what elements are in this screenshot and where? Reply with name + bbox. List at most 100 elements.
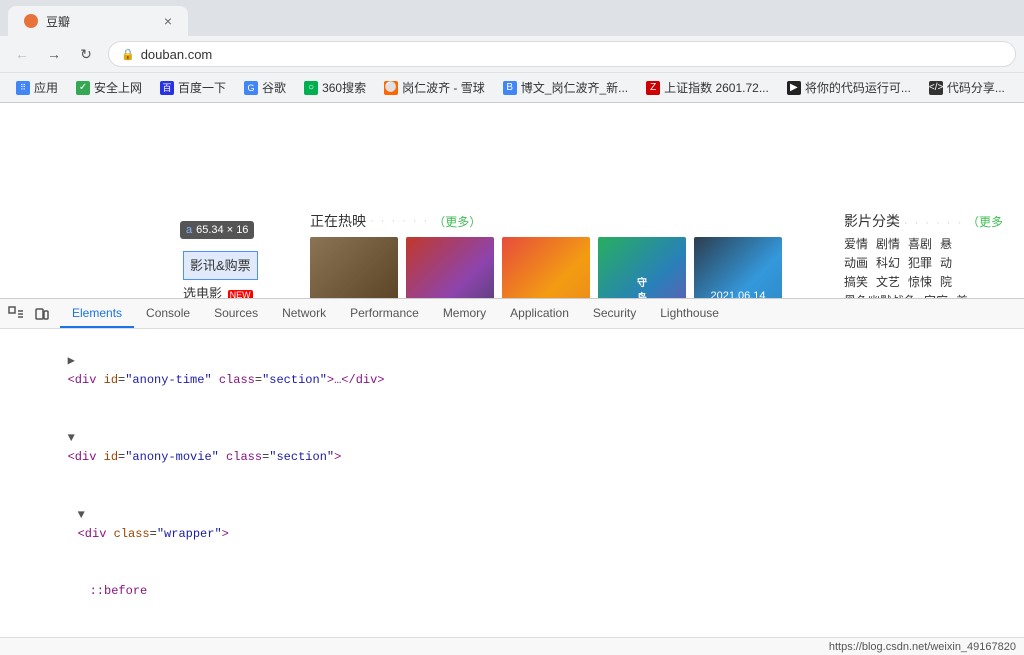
nav-buttons: ← → ↻ [8, 40, 100, 68]
film-cats-dots: · · · · · · [904, 217, 963, 229]
tab-memory-label: Memory [443, 306, 486, 320]
apps-icon: ⠿ [16, 81, 30, 95]
bookmark-anquan[interactable]: ✓ 安全上网 [68, 77, 150, 98]
address-text: douban.com [141, 47, 213, 62]
guge-icon: G [244, 81, 258, 95]
forward-button[interactable]: → [40, 40, 68, 68]
daima-icon: </> [929, 81, 943, 95]
rang-icon: ▶ [787, 81, 801, 95]
bookmark-daima[interactable]: </> 代码分享... [921, 77, 1013, 98]
element-tooltip: a 65.34 × 16 [180, 221, 254, 239]
cat-jingsong[interactable]: 惊悚 [908, 273, 932, 290]
inspect-element-button[interactable] [4, 302, 28, 326]
bookmark-daima-label: 代码分享... [947, 79, 1005, 96]
bookmark-360-label: 360搜索 [322, 79, 366, 96]
tab-console-label: Console [146, 306, 190, 320]
tooltip-tag: a [186, 224, 192, 236]
expand-arrow-1[interactable]: ▶ [68, 354, 75, 368]
back-button[interactable]: ← [8, 40, 36, 68]
cats-row-2: 动画 科幻 犯罪 动 [844, 254, 1014, 271]
bookmark-360[interactable]: ○ 360搜索 [296, 77, 374, 98]
film-cats-title: 影片分类 · · · · · · （更多 [844, 211, 1014, 231]
refresh-button[interactable]: ↻ [72, 40, 100, 68]
html-line-3[interactable]: ▼ <div class="wrapper"> [8, 487, 1016, 564]
devtools-tabs: Elements Console Sources Network Perform… [56, 299, 731, 328]
pseudo-before: ::before [90, 584, 148, 598]
movie-label-4: 守岛人 [598, 237, 686, 303]
tab-console[interactable]: Console [134, 299, 202, 328]
tab-sources[interactable]: Sources [202, 299, 270, 328]
devtools-toolbar: Elements Console Sources Network Perform… [0, 299, 1024, 329]
status-bar: https://blog.csdn.net/weixin_49167820 [0, 637, 1024, 655]
tab-security[interactable]: Security [581, 299, 648, 328]
movie-card-2[interactable]: 6月12日 6月14日 [406, 237, 496, 303]
html-line-2[interactable]: ▼ <div id="anony-movie" class="section"> [8, 410, 1016, 487]
cat-wenyi[interactable]: 文艺 [876, 273, 900, 290]
movie-card-5[interactable]: 2021.06.14 [694, 237, 784, 303]
movie-label-5: 2021.06.14 [694, 237, 782, 303]
bookmark-anquan-label: 安全上网 [94, 79, 142, 96]
expand-arrow-3[interactable]: ▼ [78, 508, 85, 522]
tab-lighthouse-label: Lighthouse [660, 306, 719, 320]
browser-chrome: 豆瓣 × ← → ↻ 🔒 douban.com ⠿ 应用 ✓ 安全上网 百 百度… [0, 0, 1024, 103]
movie-poster-3 [502, 237, 590, 303]
tab-favicon [24, 14, 38, 28]
douban-nav: 影讯&购票 选电影 NEW 电视剧 排行榜 分类 [183, 251, 258, 303]
page-content: a 65.34 × 16 影讯&购票 选电影 NEW 电视剧 排行榜 分类 正在… [0, 103, 1024, 303]
browser-tab[interactable]: 豆瓣 × [8, 6, 188, 36]
cat-aiqing[interactable]: 爱情 [844, 235, 868, 252]
bookmark-zhishu-label: 上证指数 2601.72... [664, 79, 769, 96]
cat-gaoxiao[interactable]: 搞笑 [844, 273, 868, 290]
tab-memory[interactable]: Memory [431, 299, 498, 328]
tab-lighthouse[interactable]: Lighthouse [648, 299, 731, 328]
cat-donghua[interactable]: 动画 [844, 254, 868, 271]
html-line-1[interactable]: ▶ <div id="anony-time" class="section">…… [8, 333, 1016, 410]
movie-card-4[interactable]: 守岛人 [598, 237, 688, 303]
tab-close-button[interactable]: × [164, 14, 172, 28]
cat-yuan[interactable]: 院 [940, 273, 952, 290]
cat-juqing[interactable]: 剧情 [876, 235, 900, 252]
tab-application[interactable]: Application [498, 299, 581, 328]
nav-link-yingxun[interactable]: 影讯&购票 [183, 251, 258, 280]
expand-arrow-2[interactable]: ▼ [68, 431, 75, 445]
film-cats-label: 影片分类 [844, 213, 900, 229]
tab-network[interactable]: Network [270, 299, 338, 328]
address-input[interactable]: 🔒 douban.com [108, 41, 1016, 67]
tab-title: 豆瓣 [46, 13, 70, 30]
movie-card-3[interactable] [502, 237, 592, 303]
cat-fanzui[interactable]: 犯罪 [908, 254, 932, 271]
tab-network-label: Network [282, 306, 326, 320]
bookmarks-bar: ⠿ 应用 ✓ 安全上网 百 百度一下 G 谷歌 ○ 360搜索 ⚪ 岗仁波齐 -… [0, 72, 1024, 102]
bookmark-zhishu[interactable]: Z 上证指数 2601.72... [638, 77, 777, 98]
tag-div-anony-movie: <div [68, 450, 104, 464]
bookmark-baidu[interactable]: 百 百度一下 [152, 77, 234, 98]
movie-card-1[interactable] [310, 237, 400, 303]
tab-elements[interactable]: Elements [60, 299, 134, 328]
more-link[interactable]: （更多） [433, 213, 481, 230]
section-dots: · · · · · · [370, 215, 429, 227]
cat-dong[interactable]: 动 [940, 254, 952, 271]
html-viewer[interactable]: ▶ <div id="anony-time" class="section">…… [0, 329, 1024, 637]
movie-poster-1 [310, 237, 398, 303]
cat-kehuan[interactable]: 科幻 [876, 254, 900, 271]
devtools-panel: Elements Console Sources Network Perform… [0, 298, 1024, 655]
film-cats-more[interactable]: （更多 [967, 215, 1003, 229]
device-toolbar-button[interactable] [30, 302, 54, 326]
cat-xiju[interactable]: 喜剧 [908, 235, 932, 252]
html-line-5[interactable]: ▼ <div class="sidenav"> [8, 621, 1016, 637]
film-categories: 影片分类 · · · · · · （更多 爱情 剧情 喜剧 悬 动画 科幻 犯罪… [844, 211, 1014, 303]
bookmark-apps-label: 应用 [34, 79, 58, 96]
bookmark-gangren[interactable]: ⚪ 岗仁波齐 - 雪球 [376, 77, 493, 98]
devtools-content: ▶ <div id="anony-time" class="section">…… [0, 329, 1024, 637]
bookmark-baidu-label: 百度一下 [178, 79, 226, 96]
bookmark-bowen[interactable]: B 博文_岗仁波齐_新... [495, 77, 636, 98]
cat-xuan[interactable]: 悬 [940, 235, 952, 252]
bookmark-apps[interactable]: ⠿ 应用 [8, 77, 66, 98]
tab-performance-label: Performance [350, 306, 419, 320]
tag-div-anony-time: <div [68, 373, 104, 387]
bookmark-rang[interactable]: ▶ 将你的代码运行可... [779, 77, 919, 98]
tab-performance[interactable]: Performance [338, 299, 431, 328]
movie-poster-2: 6月12日 6月14日 [406, 237, 494, 303]
bookmark-guge[interactable]: G 谷歌 [236, 77, 294, 98]
bowen-icon: B [503, 81, 517, 95]
